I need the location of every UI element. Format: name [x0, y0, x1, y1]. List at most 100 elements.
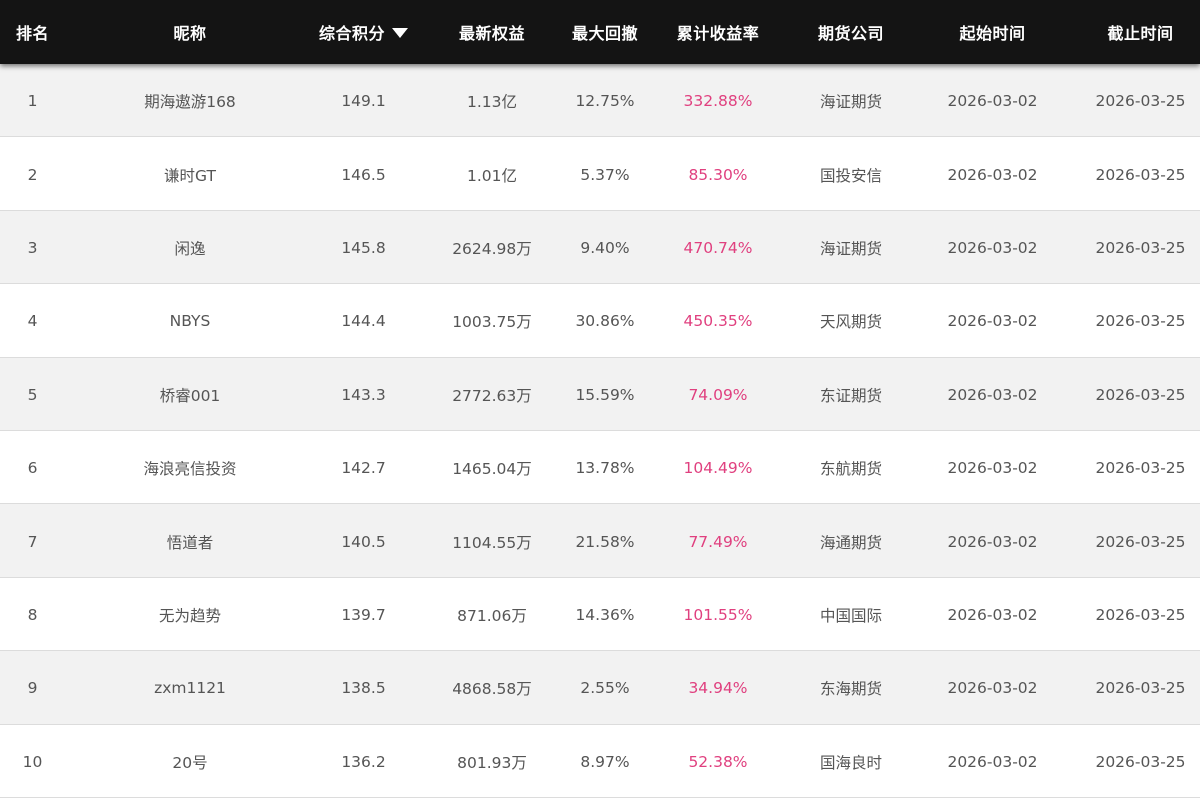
return-rate-cell: 85.30% — [688, 165, 748, 184]
nickname-cell: 海浪亮信投资 — [143, 460, 237, 479]
drawdown-cell: 5.37% — [580, 165, 630, 184]
table-row[interactable]: 3 闲逸 145.8 2624.98万 9.40% 470.74% 海证期货 2… — [0, 210, 1200, 285]
ranking-table: 排名 昵称 综合积分 最新权益 最大回撤 累计收益率 期货公司 起始时间 截止时… — [0, 0, 1200, 798]
score-cell: 142.7 — [341, 459, 386, 478]
equity-cell: 2624.98万 — [452, 239, 532, 258]
nickname-cell: NBYS — [169, 312, 211, 331]
end-date-cell: 2026-03-25 — [1095, 385, 1186, 404]
header-drawdown: 最大回撤 — [572, 24, 639, 43]
return-rate-cell: 470.74% — [683, 238, 753, 257]
company-cell: 东航期货 — [819, 460, 882, 479]
score-cell: 143.3 — [341, 385, 386, 404]
return-rate-cell: 52.38% — [688, 752, 748, 771]
return-rate-cell: 332.88% — [683, 92, 753, 111]
company-cell: 海证期货 — [819, 93, 882, 112]
end-date-cell: 2026-03-25 — [1095, 165, 1186, 184]
end-date-cell: 2026-03-25 — [1095, 92, 1186, 111]
equity-cell: 801.93万 — [457, 753, 527, 772]
table-row[interactable]: 2 谦时GT 146.5 1.01亿 5.37% 85.30% 国投安信 202… — [0, 137, 1200, 211]
return-rate-cell: 34.94% — [688, 679, 748, 698]
header-end-date: 截止时间 — [1107, 24, 1174, 43]
table-row[interactable]: 8 无为趋势 139.7 871.06万 14.36% 101.55% 中国国际… — [0, 577, 1200, 652]
score-cell: 140.5 — [341, 532, 386, 551]
company-cell: 海证期货 — [819, 239, 882, 258]
equity-cell: 1.13亿 — [466, 93, 517, 112]
rank-cell: 5 — [27, 385, 38, 404]
table-row[interactable]: 1 期海遨游168 149.1 1.13亿 12.75% 332.88% 海证期… — [0, 64, 1200, 138]
end-date-cell: 2026-03-25 — [1095, 312, 1186, 331]
table-body: 1 期海遨游168 149.1 1.13亿 12.75% 332.88% 海证期… — [0, 64, 1200, 798]
equity-cell: 1465.04万 — [452, 460, 532, 479]
table-row[interactable]: 10 20号 136.2 801.93万 8.97% 52.38% 国海良时 2… — [0, 724, 1200, 798]
end-date-cell: 2026-03-25 — [1095, 605, 1186, 624]
nickname-cell: 无为趋势 — [158, 606, 221, 625]
equity-cell: 4868.58万 — [452, 680, 532, 699]
start-date-cell: 2026-03-02 — [947, 532, 1038, 551]
rank-cell: 9 — [27, 679, 38, 698]
triangle-down-icon[interactable] — [392, 27, 408, 38]
drawdown-cell: 2.55% — [580, 679, 630, 698]
company-cell: 中国国际 — [819, 606, 882, 625]
rank-cell: 7 — [27, 532, 38, 551]
nickname-cell: 20号 — [172, 753, 208, 772]
drawdown-cell: 9.40% — [580, 238, 630, 257]
table-row[interactable]: 5 桥睿001 143.3 2772.63万 15.59% 74.09% 东证期… — [0, 357, 1200, 431]
drawdown-cell: 8.97% — [580, 752, 630, 771]
end-date-cell: 2026-03-25 — [1095, 459, 1186, 478]
equity-cell: 1.01亿 — [466, 166, 517, 185]
table-row[interactable]: 4 NBYS 144.4 1003.75万 30.86% 450.35% 天风期… — [0, 284, 1200, 358]
table-row[interactable]: 6 海浪亮信投资 142.7 1465.04万 13.78% 104.49% 东… — [0, 430, 1200, 505]
nickname-cell: zxm1121 — [154, 679, 226, 698]
rank-cell: 4 — [27, 312, 38, 331]
company-cell: 东证期货 — [819, 386, 882, 405]
header-score-label: 综合积分 — [318, 24, 385, 43]
score-cell: 149.1 — [341, 92, 386, 111]
header-equity: 最新权益 — [458, 24, 525, 43]
return-rate-cell: 104.49% — [683, 459, 753, 478]
header-company: 期货公司 — [817, 24, 884, 43]
return-rate-cell: 74.09% — [688, 385, 748, 404]
nickname-cell: 桥睿001 — [159, 386, 221, 405]
company-cell: 海通期货 — [819, 533, 882, 552]
rank-cell: 10 — [22, 752, 43, 771]
company-cell: 东海期货 — [819, 680, 882, 699]
company-cell: 天风期货 — [819, 313, 882, 332]
equity-cell: 1104.55万 — [452, 533, 532, 552]
start-date-cell: 2026-03-02 — [947, 752, 1038, 771]
rank-cell: 6 — [27, 459, 38, 478]
equity-cell: 1003.75万 — [452, 313, 532, 332]
equity-cell: 2772.63万 — [452, 386, 532, 405]
company-cell: 国海良时 — [819, 753, 882, 772]
score-cell: 138.5 — [341, 679, 386, 698]
drawdown-cell: 21.58% — [575, 532, 635, 551]
score-cell: 144.4 — [341, 312, 386, 331]
rank-cell: 8 — [27, 605, 38, 624]
drawdown-cell: 12.75% — [575, 92, 635, 111]
rank-cell: 3 — [27, 238, 38, 257]
nickname-cell: 谦时GT — [164, 166, 216, 185]
rank-cell: 2 — [27, 165, 38, 184]
drawdown-cell: 30.86% — [575, 312, 635, 331]
header-rank: 排名 — [15, 24, 49, 43]
header-score-sortable[interactable]: 综合积分 — [315, 0, 412, 64]
start-date-cell: 2026-03-02 — [947, 92, 1038, 111]
start-date-cell: 2026-03-02 — [947, 238, 1038, 257]
table-row[interactable]: 9 zxm1121 138.5 4868.58万 2.55% 34.94% 东海… — [0, 651, 1200, 725]
drawdown-cell: 13.78% — [575, 459, 635, 478]
score-cell: 136.2 — [341, 752, 386, 771]
nickname-cell: 闲逸 — [174, 239, 206, 258]
start-date-cell: 2026-03-02 — [947, 165, 1038, 184]
end-date-cell: 2026-03-25 — [1095, 238, 1186, 257]
return-rate-cell: 101.55% — [683, 605, 753, 624]
score-cell: 146.5 — [341, 165, 386, 184]
nickname-cell: 悟道者 — [166, 533, 214, 552]
nickname-cell: 期海遨游168 — [144, 93, 236, 112]
start-date-cell: 2026-03-02 — [947, 312, 1038, 331]
score-cell: 139.7 — [341, 605, 386, 624]
drawdown-cell: 15.59% — [575, 385, 635, 404]
return-rate-cell: 450.35% — [683, 312, 753, 331]
score-cell: 145.8 — [341, 238, 386, 257]
table-row[interactable]: 7 悟道者 140.5 1104.55万 21.58% 77.49% 海通期货 … — [0, 504, 1200, 578]
end-date-cell: 2026-03-25 — [1095, 532, 1186, 551]
drawdown-cell: 14.36% — [575, 605, 635, 624]
